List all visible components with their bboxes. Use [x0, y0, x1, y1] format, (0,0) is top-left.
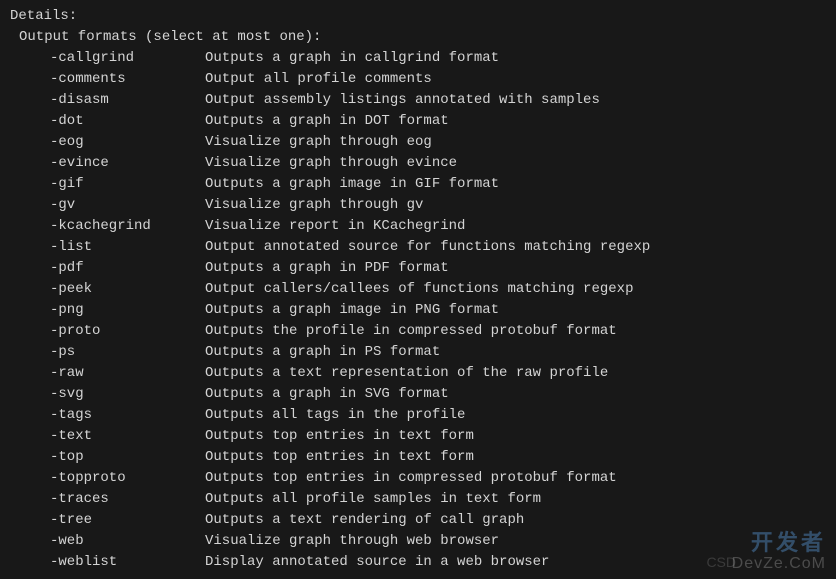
flag-description: Visualize graph through web browser	[205, 531, 499, 552]
flag-row: -protoOutputs the profile in compressed …	[50, 321, 826, 342]
flag-name: -text	[50, 426, 205, 447]
flag-name: -eog	[50, 132, 205, 153]
flag-name: -gif	[50, 174, 205, 195]
flag-description: Outputs a graph in DOT format	[205, 111, 449, 132]
flag-description: Display annotated source in a web browse…	[205, 552, 549, 573]
flag-name: -tags	[50, 405, 205, 426]
flag-row: -listOutput annotated source for functio…	[50, 237, 826, 258]
flag-description: Visualize graph through eog	[205, 132, 432, 153]
flag-name: -svg	[50, 384, 205, 405]
flag-description: Outputs top entries in compressed protob…	[205, 468, 617, 489]
flag-description: Output all profile comments	[205, 69, 432, 90]
flag-description: Outputs the profile in compressed protob…	[205, 321, 617, 342]
flag-name: -list	[50, 237, 205, 258]
flag-name: -pdf	[50, 258, 205, 279]
flag-description: Visualize graph through evince	[205, 153, 457, 174]
flags-list: -callgrindOutputs a graph in callgrind f…	[10, 48, 826, 573]
flag-name: -evince	[50, 153, 205, 174]
flag-name: -gv	[50, 195, 205, 216]
flag-description: Outputs a text representation of the raw…	[205, 363, 608, 384]
flag-row: -textOutputs top entries in text form	[50, 426, 826, 447]
flag-name: -proto	[50, 321, 205, 342]
flag-row: -gvVisualize graph through gv	[50, 195, 826, 216]
flag-description: Output callers/callees of functions matc…	[205, 279, 633, 300]
flag-description: Output annotated source for functions ma…	[205, 237, 650, 258]
flag-description: Outputs a text rendering of call graph	[205, 510, 524, 531]
flag-row: -eogVisualize graph through eog	[50, 132, 826, 153]
flag-description: Outputs top entries in text form	[205, 447, 474, 468]
flag-name: -weblist	[50, 552, 205, 573]
flag-description: Output assembly listings annotated with …	[205, 90, 600, 111]
flag-name: -dot	[50, 111, 205, 132]
details-header: Details:	[10, 6, 826, 27]
flag-row: -commentsOutput all profile comments	[50, 69, 826, 90]
flag-description: Visualize report in KCachegrind	[205, 216, 465, 237]
flag-name: -top	[50, 447, 205, 468]
flag-description: Outputs a graph image in PNG format	[205, 300, 499, 321]
flag-row: -dotOutputs a graph in DOT format	[50, 111, 826, 132]
flag-row: -tracesOutputs all profile samples in te…	[50, 489, 826, 510]
flag-row: -psOutputs a graph in PS format	[50, 342, 826, 363]
flag-row: -callgrindOutputs a graph in callgrind f…	[50, 48, 826, 69]
flag-description: Outputs a graph in PDF format	[205, 258, 449, 279]
flag-row: -tagsOutputs all tags in the profile	[50, 405, 826, 426]
output-formats-header: Output formats (select at most one):	[19, 27, 826, 48]
flag-row: -svgOutputs a graph in SVG format	[50, 384, 826, 405]
flag-description: Outputs all tags in the profile	[205, 405, 465, 426]
flag-name: -comments	[50, 69, 205, 90]
flag-row: -pngOutputs a graph image in PNG format	[50, 300, 826, 321]
flag-row: -pdfOutputs a graph in PDF format	[50, 258, 826, 279]
flag-row: -topOutputs top entries in text form	[50, 447, 826, 468]
flag-name: -traces	[50, 489, 205, 510]
flag-name: -kcachegrind	[50, 216, 205, 237]
flag-name: -web	[50, 531, 205, 552]
flag-name: -disasm	[50, 90, 205, 111]
flag-row: -treeOutputs a text rendering of call gr…	[50, 510, 826, 531]
flag-description: Outputs all profile samples in text form	[205, 489, 541, 510]
flag-row: -gifOutputs a graph image in GIF format	[50, 174, 826, 195]
flag-name: -callgrind	[50, 48, 205, 69]
flag-name: -ps	[50, 342, 205, 363]
flag-name: -raw	[50, 363, 205, 384]
flag-row: -topprotoOutputs top entries in compress…	[50, 468, 826, 489]
flag-row: -disasmOutput assembly listings annotate…	[50, 90, 826, 111]
flag-row: -kcachegrindVisualize report in KCachegr…	[50, 216, 826, 237]
flag-description: Outputs top entries in text form	[205, 426, 474, 447]
flag-row: -weblistDisplay annotated source in a we…	[50, 552, 826, 573]
flag-name: -tree	[50, 510, 205, 531]
flag-name: -peek	[50, 279, 205, 300]
flag-row: -peekOutput callers/callees of functions…	[50, 279, 826, 300]
flag-description: Visualize graph through gv	[205, 195, 423, 216]
flag-name: -topproto	[50, 468, 205, 489]
flag-description: Outputs a graph in SVG format	[205, 384, 449, 405]
flag-name: -png	[50, 300, 205, 321]
flag-description: Outputs a graph in callgrind format	[205, 48, 499, 69]
flag-row: -rawOutputs a text representation of the…	[50, 363, 826, 384]
flag-description: Outputs a graph image in GIF format	[205, 174, 499, 195]
flag-row: -webVisualize graph through web browser	[50, 531, 826, 552]
flag-row: -evinceVisualize graph through evince	[50, 153, 826, 174]
flag-description: Outputs a graph in PS format	[205, 342, 440, 363]
